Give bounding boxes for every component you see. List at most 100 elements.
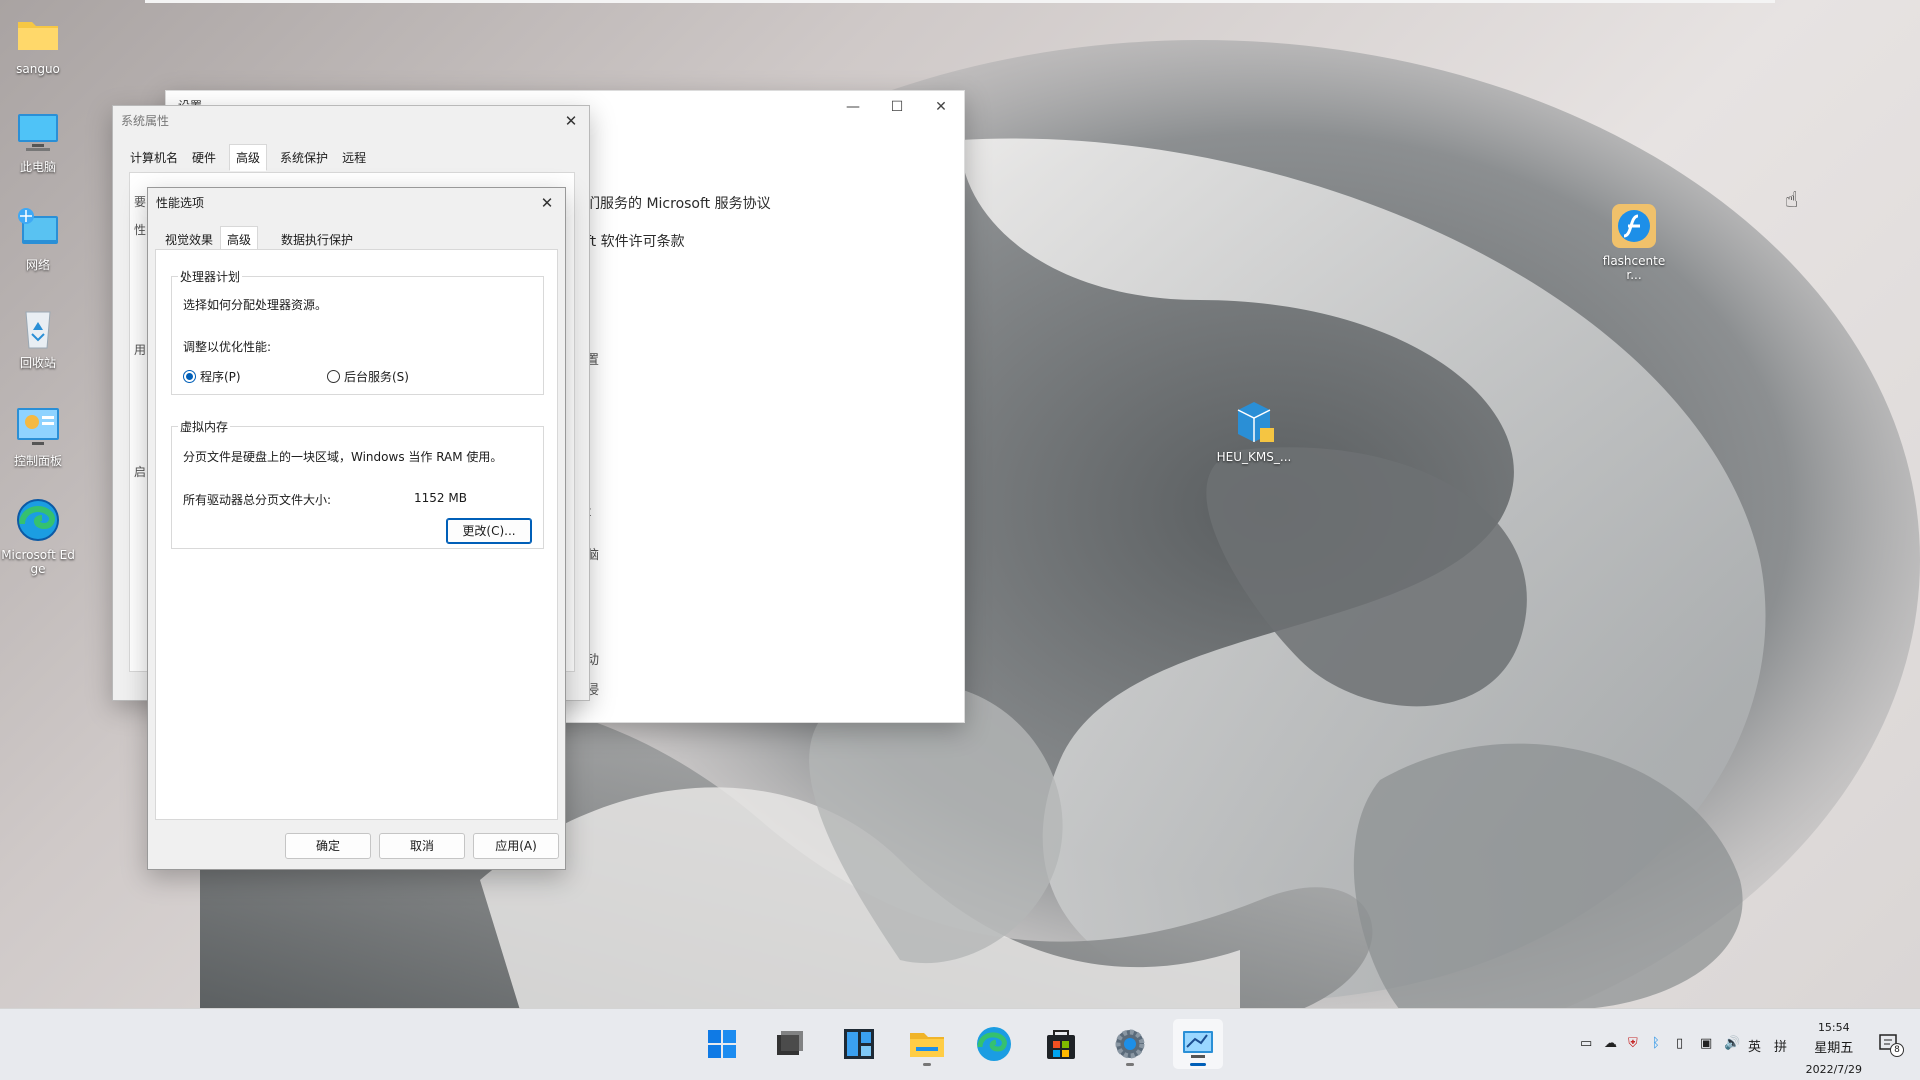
edge-icon bbox=[977, 1027, 1011, 1061]
title-bar[interactable]: 系统属性 ✕ bbox=[113, 106, 589, 136]
cancel-button[interactable]: 取消 bbox=[379, 833, 465, 859]
desktop-icon-recycle-bin[interactable]: 回收站 bbox=[0, 304, 76, 370]
desktop-icon-label: HEU_KMS_... bbox=[1216, 450, 1292, 464]
paging-total-label: 所有驱动器总分页文件大小: bbox=[183, 493, 332, 507]
paging-total-value: 1152 MB bbox=[414, 491, 467, 505]
desktop-icon-label: 此电脑 bbox=[19, 160, 56, 174]
maximize-button[interactable]: ☐ bbox=[882, 97, 912, 117]
clock-weekday: 星期五 bbox=[1814, 1041, 1854, 1056]
start-button[interactable] bbox=[697, 1019, 747, 1069]
tab-advanced[interactable]: 高级 bbox=[229, 144, 268, 171]
network-tray-icon[interactable]: ▣ bbox=[1700, 1036, 1712, 1051]
usb-icon[interactable]: ▯ bbox=[1676, 1036, 1683, 1051]
performance-options-dialog: 性能选项 ✕ 视觉效果 高级 数据执行保护 处理器计划 选择如何分配处理器资源。… bbox=[147, 187, 566, 870]
edge-button[interactable] bbox=[969, 1019, 1019, 1069]
desktop-icon-this-pc[interactable]: 此电脑 bbox=[0, 108, 76, 174]
desktop-icon-sanguo[interactable]: sanguo bbox=[0, 10, 76, 76]
group-legend: 处理器计划 bbox=[180, 270, 241, 284]
change-virtual-memory-button[interactable]: 更改(C)... bbox=[446, 518, 532, 544]
desktop-icon-label: 控制面板 bbox=[13, 454, 62, 468]
settings-button[interactable] bbox=[1105, 1019, 1155, 1069]
control-panel-icon bbox=[14, 402, 62, 450]
radio-selected-indicator bbox=[183, 370, 196, 383]
tab-panel: 处理器计划 选择如何分配处理器资源。 调整以优化性能: 程序(P) 后台服务(S… bbox=[155, 249, 558, 820]
folder-icon bbox=[14, 10, 62, 58]
store-icon bbox=[1047, 1030, 1075, 1059]
file-explorer-button[interactable] bbox=[902, 1019, 952, 1069]
edge-icon bbox=[14, 496, 62, 544]
running-indicator bbox=[1126, 1063, 1134, 1066]
kms-icon bbox=[1230, 398, 1278, 446]
close-icon[interactable]: ✕ bbox=[537, 188, 557, 218]
group-legend: 虚拟内存 bbox=[180, 420, 229, 434]
ok-button[interactable]: 确定 bbox=[285, 833, 371, 859]
recycle-bin-icon bbox=[14, 304, 62, 352]
flash-icon bbox=[1610, 202, 1658, 250]
license-link[interactable]: ft 软件许可条款 bbox=[586, 231, 685, 251]
tab-system-protection[interactable]: 系统保护 bbox=[273, 144, 335, 171]
window-title: 系统属性 bbox=[121, 114, 170, 128]
clock-time: 15:54 bbox=[1817, 1021, 1850, 1034]
security-icon[interactable]: ⛨ bbox=[1628, 1036, 1638, 1051]
adjust-label: 调整以优化性能: bbox=[183, 340, 272, 354]
notification-center-button[interactable]: 8 bbox=[1878, 1033, 1904, 1057]
widgets-icon bbox=[844, 1029, 874, 1059]
widgets-button[interactable] bbox=[834, 1019, 884, 1069]
partial-label: 性 bbox=[134, 223, 147, 237]
system-properties-icon bbox=[1183, 1031, 1213, 1058]
onedrive-icon[interactable]: ☁ bbox=[1604, 1036, 1617, 1051]
desktop-icon-control-panel[interactable]: 控制面板 bbox=[0, 402, 76, 468]
tab-remote[interactable]: 远程 bbox=[335, 144, 373, 171]
desktop-icon-label: 网络 bbox=[25, 258, 50, 272]
computer-icon bbox=[14, 108, 62, 156]
clock[interactable]: 15:54 星期五 2022/7/29 bbox=[1806, 1017, 1862, 1080]
desktop-icon-label: sanguo bbox=[16, 62, 60, 76]
virtual-memory-description: 分页文件是硬盘上的一块区域，Windows 当作 RAM 使用。 bbox=[183, 450, 503, 464]
running-indicator bbox=[1190, 1063, 1206, 1066]
radio-label: 程序(P) bbox=[200, 370, 241, 384]
partial-label: 用 bbox=[134, 343, 147, 357]
start-icon bbox=[708, 1030, 736, 1058]
processor-description: 选择如何分配处理器资源。 bbox=[183, 298, 328, 312]
mouse-pointer-icon: ☝ bbox=[1785, 188, 1799, 213]
running-indicator bbox=[923, 1063, 931, 1066]
radio-label: 后台服务(S) bbox=[344, 370, 409, 384]
system-properties-button[interactable] bbox=[1173, 1019, 1223, 1069]
desktop-icon-flashcenter[interactable]: flashcenter... bbox=[1596, 202, 1672, 282]
desktop-icon-label: flashcenter... bbox=[1602, 254, 1666, 282]
ime-mode[interactable]: 拼 bbox=[1774, 1036, 1787, 1055]
window-top-edge bbox=[145, 0, 1775, 3]
bluetooth-icon[interactable]: ᛒ bbox=[1652, 1036, 1660, 1051]
desktop-icon-network[interactable]: 网络 bbox=[0, 206, 76, 272]
desktop-icon-edge[interactable]: Microsoft Edge bbox=[0, 496, 76, 576]
tab-hardware[interactable]: 硬件 bbox=[185, 144, 223, 171]
title-bar[interactable]: 性能选项 ✕ bbox=[148, 188, 565, 218]
partial-label: 要 bbox=[134, 195, 147, 209]
ime-language[interactable]: 英 bbox=[1748, 1036, 1761, 1055]
settings-icon bbox=[1115, 1029, 1145, 1059]
close-icon[interactable]: ✕ bbox=[561, 106, 581, 136]
radio-unselected-indicator bbox=[327, 370, 340, 383]
volume-icon[interactable]: 🔊 bbox=[1724, 1036, 1740, 1051]
keyboard-tray-icon[interactable]: ▭ bbox=[1580, 1036, 1592, 1051]
dialog-title: 性能选项 bbox=[156, 196, 205, 210]
agreement-link[interactable]: 们服务的 Microsoft 服务协议 bbox=[586, 193, 771, 213]
task-view-icon bbox=[777, 1031, 803, 1055]
taskbar: ▭ ☁ ⛨ ᛒ ▯ ▣ 🔊 英 拼 15:54 星期五 2022/7/29 8 bbox=[0, 1008, 1920, 1080]
radio-background-services[interactable]: 后台服务(S) bbox=[327, 368, 409, 385]
partial-label: 启 bbox=[134, 465, 147, 479]
task-view-button[interactable] bbox=[763, 1019, 813, 1069]
tab-strip: 计算机名 硬件 高级 系统保护 远程 bbox=[123, 144, 373, 171]
store-button[interactable] bbox=[1036, 1019, 1086, 1069]
file-explorer-icon bbox=[910, 1033, 944, 1057]
apply-button[interactable]: 应用(A) bbox=[473, 833, 559, 859]
network-icon bbox=[14, 206, 62, 254]
close-button[interactable]: ✕ bbox=[926, 97, 956, 117]
desktop-icon-label: Microsoft Edge bbox=[1, 548, 75, 576]
radio-programs[interactable]: 程序(P) bbox=[183, 368, 241, 385]
tab-computer-name[interactable]: 计算机名 bbox=[123, 144, 185, 171]
minimize-button[interactable]: — bbox=[838, 97, 868, 117]
desktop-icon-heu-kms[interactable]: HEU_KMS_... bbox=[1216, 398, 1292, 464]
desktop-icon-label: 回收站 bbox=[19, 356, 56, 370]
notification-count-badge: 8 bbox=[1890, 1043, 1904, 1057]
